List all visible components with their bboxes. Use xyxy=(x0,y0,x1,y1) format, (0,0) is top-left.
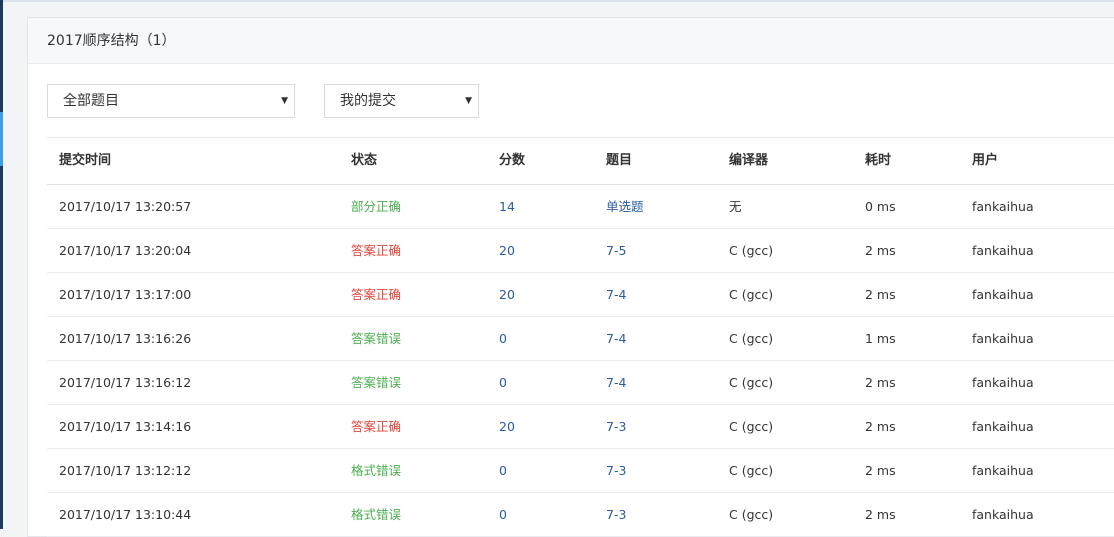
score-link[interactable]: 0 xyxy=(499,493,507,536)
user-text: fankaihua xyxy=(972,199,1034,214)
header-compiler: 编译器 xyxy=(729,153,769,168)
score-link[interactable]: 0 xyxy=(499,449,507,492)
compiler-text: C (gcc) xyxy=(729,331,774,346)
user-text: fankaihua xyxy=(972,331,1034,346)
header-duration: 耗时 xyxy=(865,153,892,168)
submission-time: 2017/10/17 13:14:16 xyxy=(59,419,192,434)
score-link[interactable]: 20 xyxy=(499,405,515,448)
score-link[interactable]: 0 xyxy=(499,361,507,404)
submission-time: 2017/10/17 13:12:12 xyxy=(59,463,192,478)
problem-link[interactable]: 7-4 xyxy=(606,317,626,360)
score-link[interactable]: 14 xyxy=(499,185,515,228)
duration-text: 0 ms xyxy=(865,199,896,214)
table-row: 2017/10/17 13:16:12 答案错误 0 7-4 C (gcc) 2 ms fa… xyxy=(47,361,1114,405)
problem-link[interactable]: 7-3 xyxy=(606,405,626,448)
duration-text: 1 ms xyxy=(865,331,896,346)
user-text: fankaihua xyxy=(972,419,1034,434)
table-body: 2017/10/17 13:20:57 部分正确 14 单选题 无 0 ms fankaih… xyxy=(47,185,1114,537)
score-link[interactable]: 0 xyxy=(499,317,507,360)
status-text[interactable]: 答案错误 xyxy=(351,317,401,360)
duration-text: 2 ms xyxy=(865,287,896,302)
user-text: fankaihua xyxy=(972,243,1034,258)
header-time: 提交时间 xyxy=(59,153,112,168)
submission-time: 2017/10/17 13:16:26 xyxy=(59,331,192,346)
score-link[interactable]: 20 xyxy=(499,273,515,316)
submission-filter-select[interactable]: 我的提交 ▼ xyxy=(324,84,479,118)
submission-time: 2017/10/17 13:20:57 xyxy=(59,199,192,214)
status-text[interactable]: 部分正确 xyxy=(351,185,401,228)
status-text[interactable]: 格式错误 xyxy=(351,449,401,492)
table-row: 2017/10/17 13:16:26 答案错误 0 7-4 C (gcc) 1 ms fa… xyxy=(47,317,1114,361)
top-divider xyxy=(0,0,1114,2)
user-text: fankaihua xyxy=(972,375,1034,390)
header-problem: 题目 xyxy=(606,153,633,168)
compiler-text: C (gcc) xyxy=(729,507,774,522)
problem-link[interactable]: 7-4 xyxy=(606,361,626,404)
submission-time: 2017/10/17 13:17:00 xyxy=(59,287,192,302)
sidebar-active-indicator xyxy=(0,112,3,166)
problem-link[interactable]: 7-4 xyxy=(606,273,626,316)
table-row: 2017/10/17 13:14:16 答案正确 20 7-3 C (gcc) 2 ms f… xyxy=(47,405,1114,449)
compiler-text: C (gcc) xyxy=(729,375,774,390)
duration-text: 2 ms xyxy=(865,419,896,434)
table-row: 2017/10/17 13:10:44 格式错误 0 7-3 C (gcc) 2 ms fa… xyxy=(47,493,1114,537)
user-text: fankaihua xyxy=(972,463,1034,478)
dropdown-arrow-icon: ▼ xyxy=(281,96,288,106)
submission-filter-value: 我的提交 xyxy=(340,93,396,109)
dropdown-arrow-icon: ▼ xyxy=(465,96,472,106)
status-text[interactable]: 答案错误 xyxy=(351,361,401,404)
table-row: 2017/10/17 13:20:57 部分正确 14 单选题 无 0 ms fankaih… xyxy=(47,185,1114,229)
score-link[interactable]: 20 xyxy=(499,229,515,272)
submissions-table: 提交时间 状态 分数 题目 编译器 耗时 用户 2017/10/17 13:20… xyxy=(47,137,1114,537)
submission-time: 2017/10/17 13:16:12 xyxy=(59,375,192,390)
duration-text: 2 ms xyxy=(865,507,896,522)
table-row: 2017/10/17 13:17:00 答案正确 20 7-4 C (gcc) 2 ms f… xyxy=(47,273,1114,317)
table-row: 2017/10/17 13:12:12 格式错误 0 7-3 C (gcc) 2 ms fa… xyxy=(47,449,1114,493)
submissions-panel: 2017顺序结构（1） 全部题目 ▼ 我的提交 ▼ 提交时间 状态 分数 题目 … xyxy=(27,17,1114,537)
table-header: 提交时间 状态 分数 题目 编译器 耗时 用户 xyxy=(47,138,1114,185)
sidebar-edge xyxy=(0,0,3,529)
problem-filter-select[interactable]: 全部题目 ▼ xyxy=(47,84,295,118)
problem-link[interactable]: 7-3 xyxy=(606,449,626,492)
problem-link[interactable]: 7-3 xyxy=(606,493,626,536)
duration-text: 2 ms xyxy=(865,463,896,478)
user-text: fankaihua xyxy=(972,507,1034,522)
status-text[interactable]: 答案正确 xyxy=(351,405,401,448)
status-text[interactable]: 答案正确 xyxy=(351,229,401,272)
compiler-text: C (gcc) xyxy=(729,243,774,258)
header-user: 用户 xyxy=(972,153,999,168)
header-status: 状态 xyxy=(351,153,378,168)
status-text[interactable]: 格式错误 xyxy=(351,493,401,536)
header-score: 分数 xyxy=(499,153,526,168)
compiler-text: C (gcc) xyxy=(729,287,774,302)
status-text[interactable]: 答案正确 xyxy=(351,273,401,316)
duration-text: 2 ms xyxy=(865,243,896,258)
panel-title: 2017顺序结构（1） xyxy=(28,18,1114,64)
submission-time: 2017/10/17 13:20:04 xyxy=(59,243,192,258)
problem-filter-value: 全部题目 xyxy=(63,93,119,109)
compiler-text: 无 xyxy=(729,199,742,214)
problem-link[interactable]: 7-5 xyxy=(606,229,626,272)
problem-link[interactable]: 单选题 xyxy=(606,185,644,228)
table-row: 2017/10/17 13:20:04 答案正确 20 7-5 C (gcc) 2 ms f… xyxy=(47,229,1114,273)
compiler-text: C (gcc) xyxy=(729,463,774,478)
compiler-text: C (gcc) xyxy=(729,419,774,434)
user-text: fankaihua xyxy=(972,287,1034,302)
submission-time: 2017/10/17 13:10:44 xyxy=(59,507,192,522)
duration-text: 2 ms xyxy=(865,375,896,390)
